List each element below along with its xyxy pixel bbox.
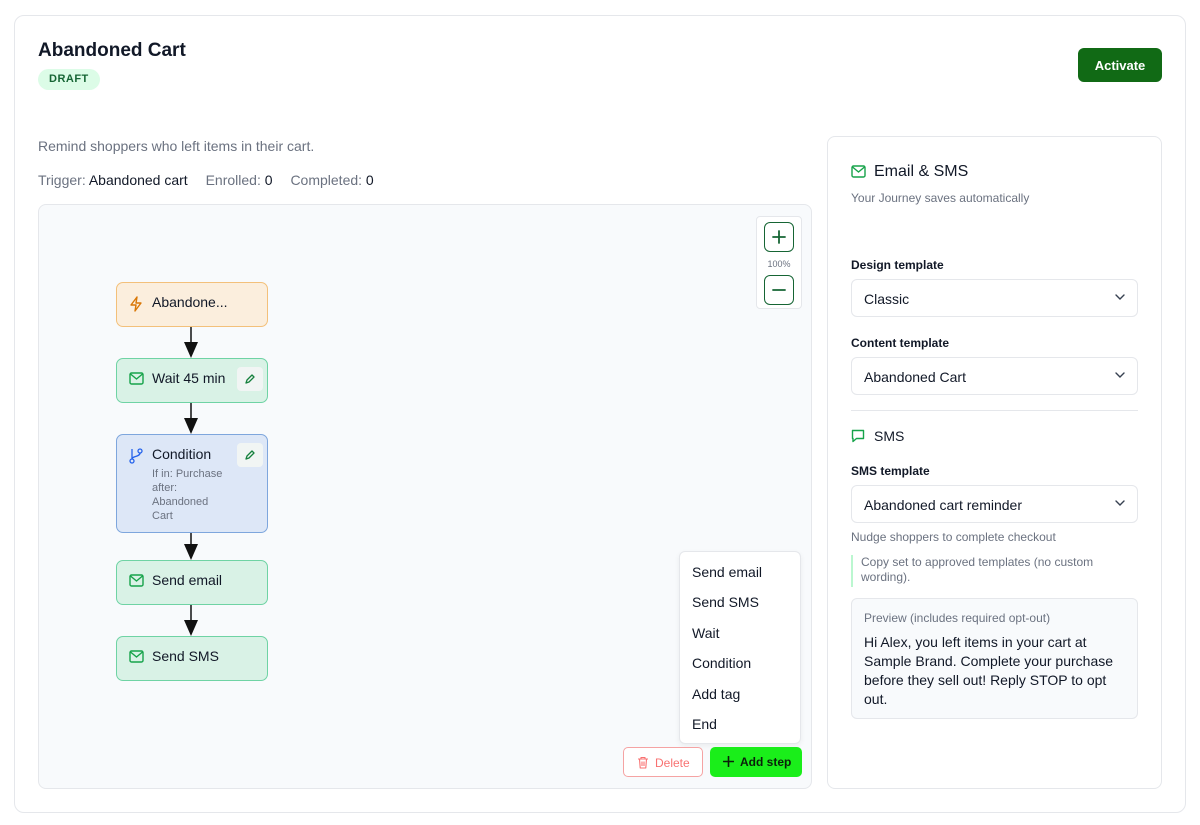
- flow-canvas[interactable]: 100% Abandone... Wait 45 min Condition I…: [38, 204, 812, 789]
- pencil-icon: [245, 450, 255, 460]
- page-title: Abandoned Cart: [38, 40, 186, 61]
- sms-section-title: SMS: [874, 428, 905, 444]
- plus-icon: [723, 756, 734, 767]
- add-step-button[interactable]: Add step: [710, 747, 802, 777]
- delete-label: Delete: [655, 756, 690, 770]
- content-template-select[interactable]: Abandoned Cart: [851, 357, 1138, 395]
- node-label: Send SMS: [152, 648, 219, 664]
- journey-stats: Trigger: Abandoned cart Enrolled: 0 Comp…: [38, 172, 374, 188]
- select-value: Classic: [864, 291, 910, 307]
- design-template-select[interactable]: Classic: [851, 279, 1138, 317]
- node-label: Send email: [152, 572, 223, 588]
- menu-item-send-sms[interactable]: Send SMS: [692, 594, 759, 610]
- trigger-label: Trigger:: [38, 172, 86, 188]
- menu-item-send-email[interactable]: Send email: [692, 564, 762, 580]
- enrolled-label: Enrolled:: [205, 172, 261, 188]
- mail-icon: [129, 650, 144, 663]
- select-value: Abandoned Cart: [864, 369, 966, 385]
- chat-icon: [851, 429, 865, 443]
- flow-arrow: [184, 605, 198, 636]
- edit-node-button[interactable]: [237, 367, 263, 391]
- flow-arrow: [184, 327, 198, 358]
- flow-node-wait[interactable]: Wait 45 min: [116, 358, 268, 403]
- zoom-out-button[interactable]: [764, 275, 794, 305]
- completed-label: Completed:: [290, 172, 363, 188]
- flow-node-trigger[interactable]: Abandone...: [116, 282, 268, 327]
- mail-icon: [851, 165, 866, 178]
- edit-node-button[interactable]: [237, 443, 263, 467]
- sms-template-label: SMS template: [851, 464, 930, 478]
- completed-value: 0: [365, 172, 374, 188]
- pencil-icon: [245, 374, 255, 384]
- activate-button[interactable]: Activate: [1078, 48, 1162, 82]
- menu-item-end[interactable]: End: [692, 716, 717, 732]
- flow-node-send-sms[interactable]: Send SMS: [116, 636, 268, 681]
- mail-icon: [129, 372, 144, 385]
- zoom-level: 100%: [767, 259, 791, 269]
- flow-arrow: [184, 533, 198, 560]
- copy-note: Copy set to approved templates (no custo…: [851, 555, 1138, 587]
- sms-preview: Preview (includes required opt-out) Hi A…: [851, 598, 1138, 719]
- sms-template-hint: Nudge shoppers to complete checkout: [851, 530, 1056, 544]
- flow-node-send-email[interactable]: Send email: [116, 560, 268, 605]
- content-template-label: Content template: [851, 336, 950, 350]
- preview-text: Hi Alex, you left items in your cart at …: [864, 634, 1114, 707]
- delete-button[interactable]: Delete: [623, 747, 703, 777]
- panel-title: Email & SMS: [874, 163, 969, 180]
- plus-icon: [772, 230, 786, 244]
- chevron-down-icon: [1115, 500, 1125, 506]
- design-template-label: Design template: [851, 258, 944, 272]
- chevron-down-icon: [1115, 372, 1125, 378]
- select-value: Abandoned cart reminder: [864, 497, 1022, 513]
- flow-node-condition[interactable]: Condition If in: Purchase after: Abandon…: [116, 434, 268, 533]
- add-step-menu: Send email Send SMS Wait Condition Add t…: [679, 551, 801, 744]
- preview-label: Preview (includes required opt-out): [864, 611, 1051, 625]
- minus-icon: [772, 289, 786, 291]
- zoom-controls: 100%: [756, 216, 802, 309]
- menu-item-condition[interactable]: Condition: [692, 655, 751, 671]
- node-label: Abandone...: [152, 294, 228, 310]
- mail-icon: [129, 574, 144, 587]
- branch-icon: [129, 448, 143, 464]
- add-step-label: Add step: [740, 755, 792, 769]
- enrolled-value: 0: [264, 172, 273, 188]
- status-badge: DRAFT: [38, 69, 100, 90]
- node-label: Wait 45 min: [152, 370, 226, 386]
- flow-arrow: [184, 403, 198, 434]
- menu-item-wait[interactable]: Wait: [692, 625, 719, 641]
- journey-description: Remind shoppers who left items in their …: [38, 138, 315, 154]
- autosave-note: Your Journey saves automatically: [851, 191, 1030, 205]
- panel-divider: [851, 410, 1138, 411]
- node-label: Condition: [152, 446, 212, 462]
- lightning-icon: [130, 296, 142, 312]
- chevron-down-icon: [1115, 294, 1125, 300]
- trash-icon: [638, 756, 648, 769]
- sms-template-select[interactable]: Abandoned cart reminder: [851, 485, 1138, 523]
- condition-detail: If in: Purchase after: Abandoned Cart: [152, 468, 223, 522]
- zoom-in-button[interactable]: [764, 222, 794, 252]
- menu-item-add-tag[interactable]: Add tag: [692, 686, 740, 702]
- trigger-value: Abandoned cart: [88, 172, 188, 188]
